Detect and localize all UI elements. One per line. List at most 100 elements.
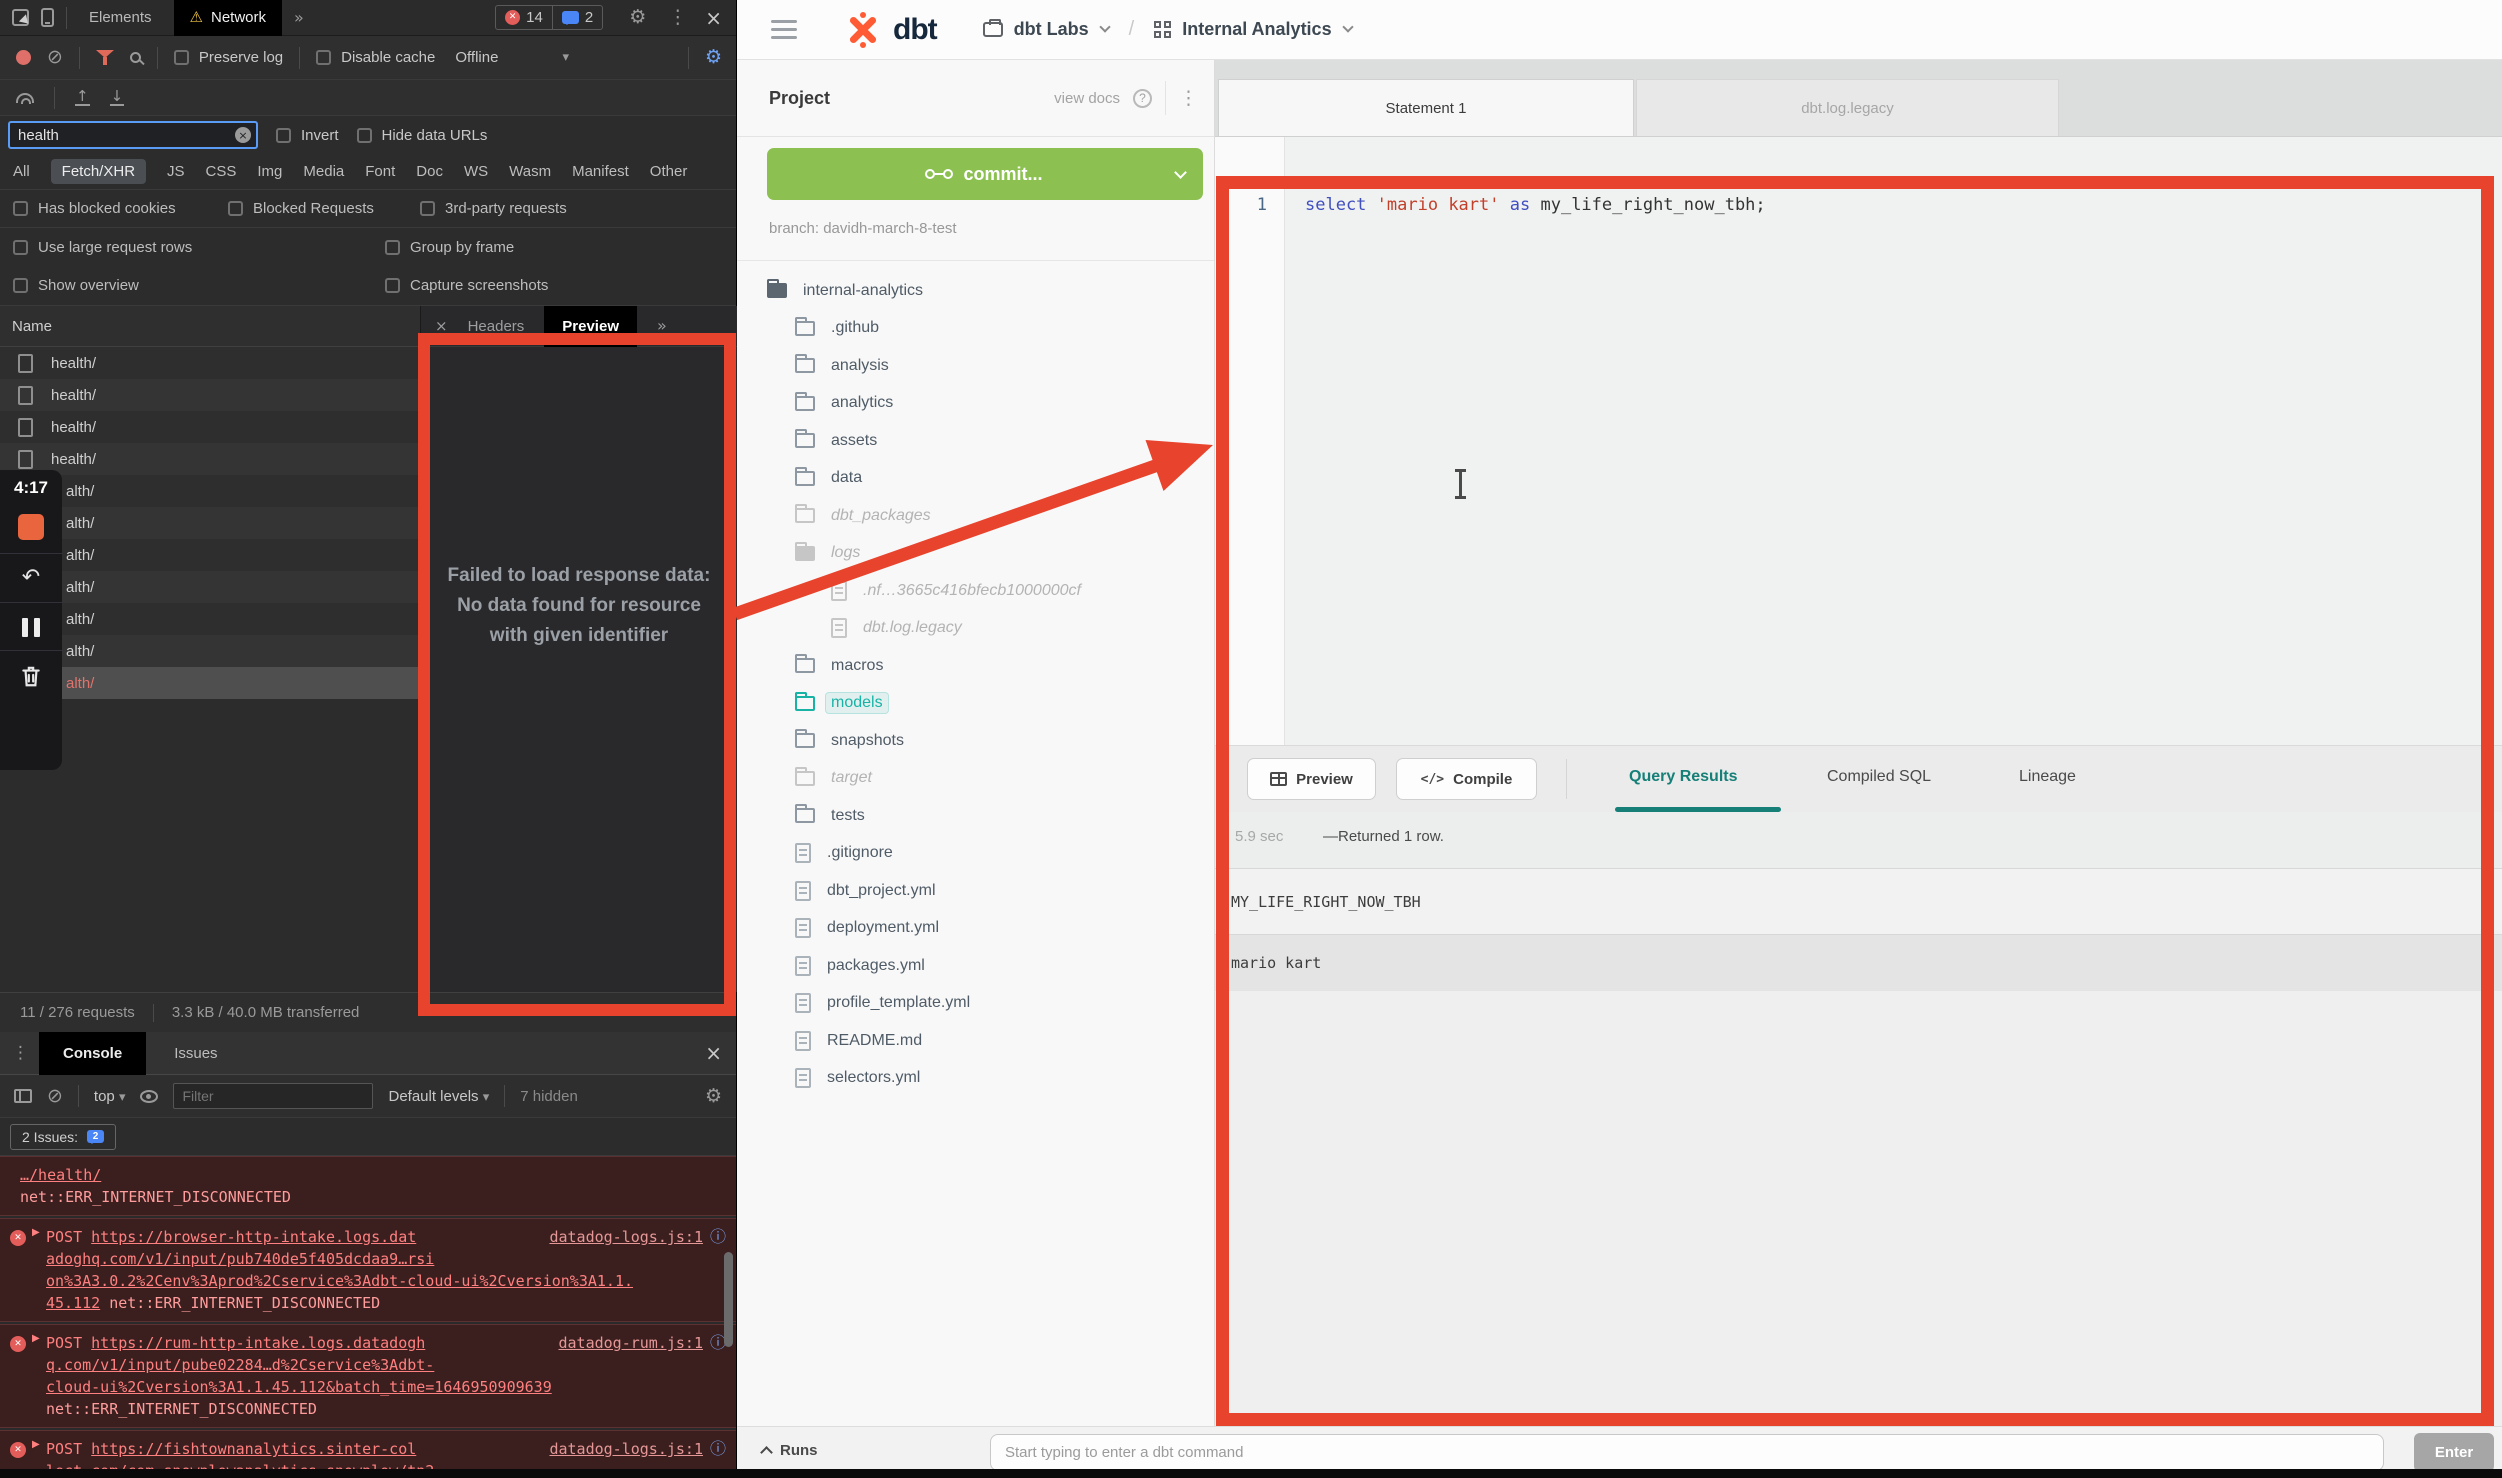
clear-filter-icon[interactable]: × — [235, 127, 251, 143]
request-row[interactable]: health/ — [0, 379, 420, 411]
tab-console[interactable]: Console — [39, 1032, 146, 1075]
request-row[interactable]: alth/ — [0, 571, 420, 603]
tree-item[interactable]: snapshots — [737, 722, 1214, 760]
filter-chip-fetchxhr[interactable]: Fetch/XHR — [51, 159, 146, 184]
expand-arrow-icon[interactable]: ▶ — [32, 1440, 40, 1450]
record-icon[interactable] — [16, 50, 31, 65]
error-link[interactable]: https://fishtownanalytics.sinter-col — [91, 1440, 416, 1458]
tree-item[interactable]: internal-analytics — [737, 272, 1214, 310]
expand-arrow-icon[interactable]: ▶ — [32, 1334, 40, 1344]
tree-item[interactable]: deployment.yml — [737, 910, 1214, 948]
compile-button[interactable]: </> Compile — [1396, 758, 1537, 800]
account-switcher[interactable]: dbt Labs — [983, 19, 1109, 40]
device-toolbar-icon[interactable] — [41, 8, 54, 27]
tree-item[interactable]: .github — [737, 310, 1214, 348]
filter-chip-media[interactable]: Media — [303, 163, 344, 180]
invert-checkbox[interactable]: Invert — [276, 127, 339, 144]
request-row[interactable]: alth/ — [0, 507, 420, 539]
help-icon[interactable]: ? — [1133, 89, 1152, 108]
issue-count-badge[interactable]: 2 — [552, 6, 602, 29]
error-source-link[interactable]: datadog-rum.js:1 ⓘ — [558, 1332, 726, 1354]
clear-icon[interactable]: ⊘ — [47, 48, 63, 67]
preview-button[interactable]: Preview — [1247, 758, 1376, 800]
filter-chip-doc[interactable]: Doc — [416, 163, 443, 180]
error-source-link[interactable]: datadog-logs.js:1 ⓘ — [549, 1226, 726, 1248]
request-row[interactable]: health/ — [0, 443, 420, 475]
more-tabs-icon[interactable]: » — [657, 318, 667, 334]
pause-icon[interactable] — [22, 618, 40, 637]
inspect-element-icon[interactable] — [12, 9, 29, 26]
network-conditions-icon[interactable] — [16, 93, 34, 103]
undo-icon[interactable]: ↶ — [22, 567, 40, 589]
tab-preview[interactable]: Preview — [544, 306, 637, 347]
log-levels-selector[interactable]: Default levels ▾ — [388, 1088, 489, 1105]
chevron-down-icon[interactable]: ▾ — [562, 51, 569, 64]
error-source-link[interactable]: datadog-logs.js:1 ⓘ — [549, 1438, 726, 1460]
request-row[interactable]: health/ — [0, 347, 420, 379]
request-row-selected[interactable]: alth/ — [0, 667, 420, 699]
more-tabs-icon[interactable]: » — [294, 10, 304, 26]
capture-screenshots-checkbox[interactable]: Capture screenshots — [385, 277, 548, 294]
code-editor[interactable]: 1 select 'mario kart' as my_life_right_n… — [1215, 137, 2502, 745]
console-sidebar-icon[interactable] — [14, 1089, 32, 1103]
gear-icon[interactable]: ⚙ — [629, 8, 646, 27]
tree-item[interactable]: dbt_project.yml — [737, 872, 1214, 910]
import-har-icon[interactable]: ↑ — [75, 89, 90, 106]
commit-button[interactable]: commit... — [767, 148, 1203, 200]
error-link[interactable]: https://rum-http-intake.logs.datadogh — [91, 1334, 425, 1352]
throttling-select[interactable]: Offline — [455, 49, 498, 66]
dbt-logo[interactable]: dbt — [843, 10, 937, 50]
filter-chip-css[interactable]: CSS — [206, 163, 237, 180]
close-devtools-icon[interactable]: × — [705, 8, 722, 28]
request-row[interactable]: health/ — [0, 411, 420, 443]
use-large-request-rows-checkbox[interactable]: Use large request rows — [13, 239, 385, 256]
close-pane-icon[interactable]: × — [435, 319, 448, 334]
tab-query-results[interactable]: Query Results — [1629, 768, 1737, 786]
tree-item[interactable]: profile_template.yml — [737, 985, 1214, 1023]
filter-chip-wasm[interactable]: Wasm — [509, 163, 551, 180]
expand-arrow-icon[interactable]: ▶ — [32, 1228, 40, 1238]
group-by-frame-checkbox[interactable]: Group by frame — [385, 239, 514, 256]
tree-item[interactable]: tests — [737, 797, 1214, 835]
tree-item[interactable]: .gitignore — [737, 835, 1214, 873]
tree-item[interactable]: dbt.log.legacy — [737, 610, 1214, 648]
error-link[interactable]: https://browser-http-intake.logs.dat — [91, 1228, 416, 1246]
view-docs-link[interactable]: view docs — [1054, 90, 1120, 107]
tree-item[interactable]: macros — [737, 647, 1214, 685]
tree-item[interactable]: assets — [737, 422, 1214, 460]
disable-cache-checkbox[interactable]: Disable cache — [316, 49, 435, 66]
live-expression-icon[interactable] — [140, 1090, 158, 1103]
kebab-menu-icon[interactable]: ⋮ — [12, 1045, 29, 1062]
filter-chip-ws[interactable]: WS — [464, 163, 488, 180]
clear-console-icon[interactable]: ⊘ — [47, 1087, 63, 1106]
blocked-requests-checkbox[interactable]: Blocked Requests — [228, 200, 420, 217]
runs-toggle[interactable]: Runs — [762, 1442, 818, 1459]
console-settings-gear-icon[interactable]: ⚙ — [705, 1087, 722, 1106]
tab-statement-1[interactable]: Statement 1 — [1218, 79, 1634, 136]
tree-item[interactable]: logs — [737, 535, 1214, 573]
tree-item[interactable]: packages.yml — [737, 947, 1214, 985]
request-row[interactable]: alth/ — [0, 635, 420, 667]
third-party-requests-checkbox[interactable]: 3rd-party requests — [420, 200, 567, 217]
console-filter-input[interactable] — [173, 1083, 373, 1109]
kebab-menu-icon[interactable]: ⋮ — [668, 8, 687, 27]
tree-item-models[interactable]: models — [737, 685, 1214, 723]
trash-icon[interactable] — [20, 664, 42, 688]
request-row[interactable]: alth/ — [0, 603, 420, 635]
tab-compiled-sql[interactable]: Compiled SQL — [1827, 768, 1931, 786]
show-overview-checkbox[interactable]: Show overview — [13, 277, 385, 294]
tab-dbt-log-legacy[interactable]: dbt.log.legacy — [1636, 79, 2059, 136]
filter-chip-img[interactable]: Img — [257, 163, 282, 180]
kebab-menu-icon[interactable]: ⋮ — [1179, 89, 1198, 108]
tree-item[interactable]: analysis — [737, 347, 1214, 385]
tab-elements[interactable]: Elements — [79, 9, 162, 26]
filter-chip-js[interactable]: JS — [167, 163, 185, 180]
has-blocked-cookies-checkbox[interactable]: Has blocked cookies — [13, 200, 228, 217]
tree-item[interactable]: dbt_packages — [737, 497, 1214, 535]
issues-chip[interactable]: 2 Issues: 2 — [10, 1124, 116, 1150]
console-scrollbar[interactable] — [724, 1252, 733, 1347]
enter-button[interactable]: Enter — [2414, 1433, 2494, 1472]
tab-lineage[interactable]: Lineage — [2019, 768, 2076, 786]
tree-item[interactable]: .nf…3665c416bfecb1000000cf — [737, 572, 1214, 610]
tree-item[interactable]: README.md — [737, 1022, 1214, 1060]
